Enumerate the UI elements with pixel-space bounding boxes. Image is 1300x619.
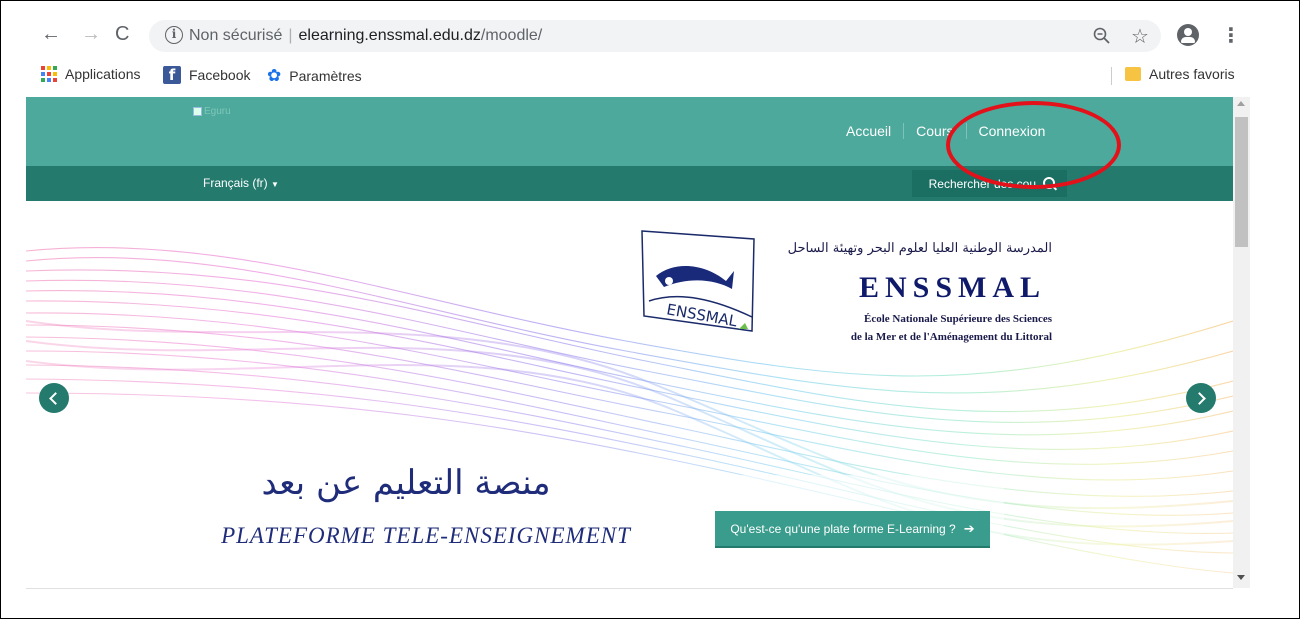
carousel-prev-icon[interactable]	[39, 383, 69, 413]
facebook-icon: f	[163, 66, 181, 84]
bookmarks-bar: Applications f Facebook ✿ Paramètres Aut…	[1, 59, 1299, 91]
gear-icon: ✿	[267, 66, 282, 85]
french-tagline: PLATEFORME TELE-ENSEIGNEMENT	[221, 523, 631, 548]
star-icon[interactable]: ☆	[1131, 24, 1149, 49]
info-icon[interactable]: i	[165, 26, 183, 44]
elearning-info-button[interactable]: Qu'est-ce qu'une plate forme E-Learning …	[715, 511, 990, 548]
site-logo[interactable]: Eguru	[193, 106, 231, 117]
forward-icon[interactable]: →	[81, 23, 101, 45]
url-host: elearning.enssmal.edu.dz	[298, 27, 481, 44]
arabic-tagline: منصة التعليم عن بعد	[261, 463, 551, 503]
scroll-down-icon[interactable]	[1237, 575, 1245, 580]
security-status: Non sécurisé	[189, 27, 283, 44]
url-text[interactable]: Non sécurisé | elearning.enssmal.edu.dz/mo…	[189, 27, 542, 45]
arrow-right-icon: ➔	[963, 520, 975, 536]
scroll-thumb[interactable]	[1235, 117, 1248, 247]
school-arabic-name: المدرسة الوطنية العليا لعلوم البحر وتهيئ…	[787, 241, 1052, 256]
school-acronym: ENSSMAL	[858, 271, 1046, 304]
annotation-ellipse	[946, 101, 1121, 189]
language-select[interactable]: Français (fr) ▼	[203, 176, 279, 190]
browser-toolbar: ← → C i Non sécurisé | elearning.enssmal.e…	[1, 1, 1299, 59]
scroll-up-icon[interactable]	[1237, 101, 1245, 106]
bookmark-label: Autres favoris	[1149, 66, 1235, 82]
url-path: /moodle/	[480, 27, 543, 44]
page-scrollbar[interactable]	[1233, 97, 1250, 588]
folder-icon	[1125, 67, 1141, 81]
broken-image-icon	[193, 107, 202, 116]
bookmark-label: Applications	[65, 66, 141, 82]
banner-carousel: ENSSMAL المدرسة الوطنية العليا لعلوم الب…	[26, 201, 1233, 589]
back-icon[interactable]: ←	[41, 23, 61, 45]
bookmarks-divider	[1111, 67, 1112, 85]
school-fullname-line1: École Nationale Supérieure des Sciences	[864, 313, 1052, 325]
content-divider	[26, 588, 1233, 589]
logo-alt-text: Eguru	[204, 106, 231, 117]
nav-accueil[interactable]: Accueil	[846, 123, 891, 139]
enssmal-logo-image: ENSSMAL	[641, 230, 755, 332]
nav-divider	[903, 123, 905, 139]
cta-label: Qu'est-ce qu'une plate forme E-Learning …	[730, 521, 956, 536]
language-label: Français (fr)	[203, 176, 268, 190]
bookmark-applications[interactable]: Applications	[41, 66, 141, 82]
bookmark-other-favorites[interactable]: Autres favoris	[1125, 66, 1235, 82]
bookmark-label: Paramètres	[289, 68, 362, 84]
bookmark-parametres[interactable]: ✿ Paramètres	[267, 66, 362, 86]
apps-icon	[41, 66, 57, 82]
school-fullname-line2: de la Mer et de l'Aménagement du Littora…	[850, 331, 1052, 343]
carousel-next-icon[interactable]	[1186, 383, 1216, 413]
bookmark-label: Facebook	[189, 67, 251, 83]
screenshot-frame: ← → C i Non sécurisé | elearning.enssmal.e…	[0, 0, 1300, 619]
bookmark-facebook[interactable]: f Facebook	[163, 66, 250, 84]
caret-down-icon: ▼	[271, 180, 279, 189]
zoom-icon[interactable]	[1093, 27, 1111, 50]
menu-icon[interactable]: ⋮	[1221, 23, 1241, 48]
address-bar[interactable]: i Non sécurisé | elearning.enssmal.edu.dz/…	[149, 20, 1161, 52]
reload-icon[interactable]: C	[115, 23, 129, 45]
profile-avatar-icon[interactable]	[1177, 24, 1199, 46]
